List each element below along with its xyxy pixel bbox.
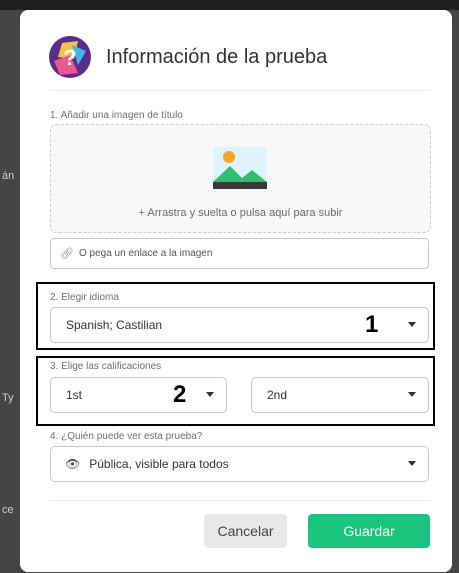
- header-divider: [50, 90, 430, 91]
- dialog-title: Información de la prueba: [106, 45, 328, 68]
- image-link-field[interactable]: 🔗︎: [50, 238, 429, 269]
- cancel-button[interactable]: Cancelar: [204, 514, 287, 548]
- visibility-select[interactable]: 👁︎ Pública, visible para todos: [50, 446, 429, 482]
- background-text: Ty: [2, 392, 14, 404]
- quiz-icon: ?: [49, 36, 91, 78]
- grades-callout-number: 2: [173, 381, 187, 408]
- background-text: án: [2, 170, 15, 182]
- eye-icon: 👁︎: [65, 457, 81, 471]
- dialog-header: ? Información de la prueba: [48, 34, 327, 80]
- save-button[interactable]: Guardar: [308, 514, 430, 548]
- footer-divider: [50, 500, 430, 501]
- grades-callout-box: [36, 356, 435, 426]
- image-link-input[interactable]: [78, 248, 428, 259]
- top-bar: [0, 0, 459, 10]
- svg-text:?: ?: [63, 45, 76, 70]
- visibility-value: Pública, visible para todos: [89, 457, 229, 471]
- link-icon: 🔗︎: [60, 248, 74, 260]
- background-text: ce: [2, 504, 14, 516]
- language-callout-number: 1: [365, 311, 379, 338]
- image-icon: [213, 147, 267, 189]
- upload-instructions: + Arrastra y suelta o pulsa aquí para su…: [138, 207, 343, 219]
- visibility-label: 4. ¿Quién puede ver esta prueba?: [50, 431, 203, 442]
- chevron-down-icon: [408, 461, 416, 466]
- title-image-label: 1. Añadir una imagen de título: [50, 110, 183, 121]
- image-upload-dropzone[interactable]: + Arrastra y suelta o pulsa aquí para su…: [50, 124, 431, 233]
